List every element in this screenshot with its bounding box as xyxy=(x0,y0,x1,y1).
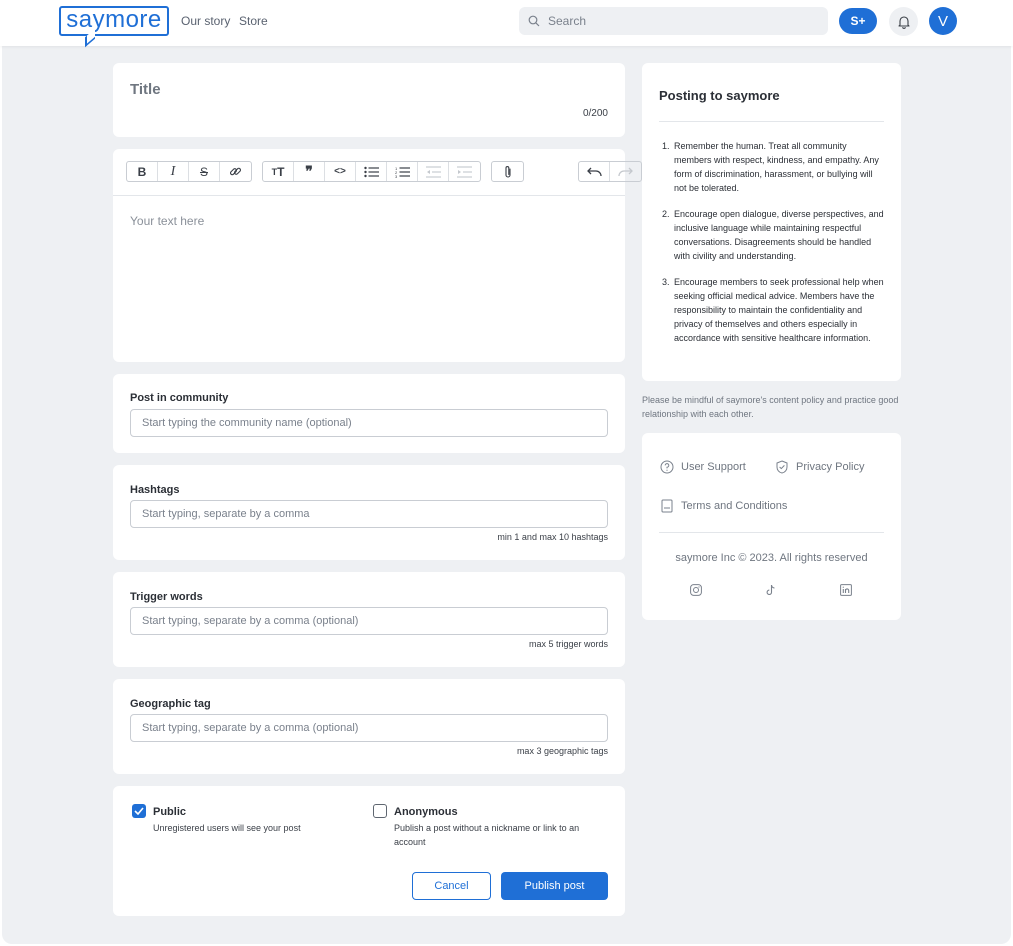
cancel-button[interactable]: Cancel xyxy=(412,872,491,900)
bold-button[interactable]: B xyxy=(127,162,158,181)
trigger-words-input[interactable]: Start typing, separate by a comma (optio… xyxy=(130,607,608,635)
privacy-policy-link[interactable]: Privacy Policy xyxy=(775,460,864,474)
community-card: Post in community Start typing the commu… xyxy=(113,374,625,453)
instagram-link[interactable] xyxy=(690,584,702,596)
hashtags-placeholder: Start typing, separate by a comma xyxy=(142,508,310,520)
indent-icon xyxy=(457,165,472,178)
geo-tag-input[interactable]: Start typing, separate by a comma (optio… xyxy=(130,714,608,742)
publish-post-button[interactable]: Publish post xyxy=(501,872,608,900)
rule-item: 1. Remember the human. Treat all communit… xyxy=(662,141,879,193)
public-checkbox[interactable] xyxy=(132,804,146,818)
top-header: saymore Our story Store Search S+ V xyxy=(0,0,1013,48)
linkedin-link[interactable] xyxy=(840,584,852,596)
footer-divider xyxy=(659,532,884,533)
bullet-list-button[interactable] xyxy=(356,162,387,181)
shield-check-icon xyxy=(776,460,788,474)
undo-button[interactable] xyxy=(579,162,610,181)
user-support-link[interactable]: User Support xyxy=(660,460,746,474)
trigger-words-hint: max 5 trigger words xyxy=(528,639,608,649)
link-button[interactable] xyxy=(220,162,251,181)
bell-icon xyxy=(897,15,910,29)
rules-list: 1. Remember the human. Treat all communit… xyxy=(659,139,885,357)
numbered-list-button[interactable]: 123 xyxy=(387,162,418,181)
search-icon xyxy=(528,15,540,27)
link-icon xyxy=(229,167,242,176)
tiktok-icon xyxy=(766,584,775,596)
community-label: Post in community xyxy=(130,392,229,404)
anonymous-label: Anonymous xyxy=(394,806,458,818)
logo[interactable]: saymore xyxy=(59,5,169,48)
editor-toolbar: B I S TT ❞ <> 123 xyxy=(126,161,652,183)
outdent-icon xyxy=(425,165,441,178)
redo-button[interactable] xyxy=(610,162,641,181)
user-avatar[interactable]: V xyxy=(929,7,957,35)
public-label: Public xyxy=(153,806,187,818)
subscription-button[interactable]: S+ xyxy=(839,8,877,34)
redo-icon xyxy=(618,167,633,176)
indent-button[interactable] xyxy=(449,162,480,181)
linkedin-icon xyxy=(840,584,852,596)
logo-text: saymore xyxy=(66,5,162,33)
editor-divider xyxy=(113,195,625,196)
toolbar-group-format: B I S xyxy=(126,161,252,182)
trigger-words-card: Trigger words Start typing, separate by … xyxy=(113,572,625,667)
trigger-words-placeholder: Start typing, separate by a comma (optio… xyxy=(142,615,359,627)
anonymous-description: Publish a post without a nickname or lin… xyxy=(394,823,580,847)
visibility-card: Public Unregistered users will see your … xyxy=(113,786,625,916)
trigger-words-label: Trigger words xyxy=(130,591,203,603)
document-icon xyxy=(661,499,673,513)
title-char-counter: 0/200 xyxy=(582,108,608,119)
italic-button[interactable]: I xyxy=(158,162,189,181)
copyright: saymore Inc © 2023. All rights reserved xyxy=(675,552,868,564)
community-input[interactable]: Start typing the community name (optiona… xyxy=(130,409,608,437)
hashtags-input[interactable]: Start typing, separate by a comma xyxy=(130,500,608,528)
posting-rules-card: Posting to saymore 1. Remember the human.… xyxy=(642,63,901,381)
terms-link[interactable]: Terms and Conditions xyxy=(660,499,787,513)
geo-tag-hint: max 3 geographic tags xyxy=(516,746,608,756)
anonymous-checkbox[interactable] xyxy=(373,804,387,818)
footer-card: User Support Privacy Policy Terms and Co… xyxy=(642,433,901,620)
rules-divider xyxy=(659,121,884,122)
toolbar-group-attach xyxy=(491,161,524,182)
hashtags-card: Hashtags Start typing, separate by a com… xyxy=(113,465,625,560)
nav-our-story[interactable]: Our story xyxy=(181,14,230,28)
community-placeholder: Start typing the community name (optiona… xyxy=(142,417,352,429)
rule-item: 3. Encourage members to seek professional… xyxy=(662,277,884,343)
svg-text:3: 3 xyxy=(395,174,398,178)
heading-button[interactable]: TT xyxy=(263,162,294,181)
search-placeholder: Search xyxy=(548,14,587,28)
geo-tag-placeholder: Start typing, separate by a comma (optio… xyxy=(142,722,359,734)
editor-body[interactable]: Your text here xyxy=(130,214,204,228)
title-card: Title 0/200 xyxy=(113,63,625,137)
nav-store[interactable]: Store xyxy=(239,14,268,28)
toolbar-group-history xyxy=(578,161,642,182)
editor-card: B I S TT ❞ <> 123 Your text here xyxy=(113,149,642,362)
checkmark-icon xyxy=(134,807,144,815)
code-button[interactable]: <> xyxy=(325,162,356,181)
instagram-icon xyxy=(690,584,702,596)
paperclip-icon xyxy=(504,165,511,178)
search-input[interactable]: Search xyxy=(519,7,828,35)
notifications-button[interactable] xyxy=(889,7,918,36)
toolbar-group-block: TT ❞ <> 123 xyxy=(262,161,481,182)
tiktok-link[interactable] xyxy=(765,584,777,596)
help-circle-icon xyxy=(660,460,674,474)
rules-title: Posting to saymore xyxy=(659,88,780,103)
title-input[interactable]: Title xyxy=(130,81,161,98)
bullet-list-icon xyxy=(363,166,379,177)
rule-item: 2. Encourage open dialogue, diverse persp… xyxy=(662,209,884,261)
public-description: Unregistered users will see your post xyxy=(153,823,301,833)
geo-tag-card: Geographic tag Start typing, separate by… xyxy=(113,679,625,774)
numbered-list-icon: 123 xyxy=(395,166,410,178)
geo-tag-label: Geographic tag xyxy=(130,698,211,710)
outdent-button[interactable] xyxy=(418,162,449,181)
strikethrough-button[interactable]: S xyxy=(189,162,220,181)
hashtags-label: Hashtags xyxy=(130,484,180,496)
quote-button[interactable]: ❞ xyxy=(294,162,325,181)
content-policy-note: Please be mindful of saymore's content p… xyxy=(642,395,899,419)
hashtags-hint: min 1 and max 10 hashtags xyxy=(497,532,608,542)
attachment-button[interactable] xyxy=(492,162,523,181)
undo-icon xyxy=(586,167,602,176)
